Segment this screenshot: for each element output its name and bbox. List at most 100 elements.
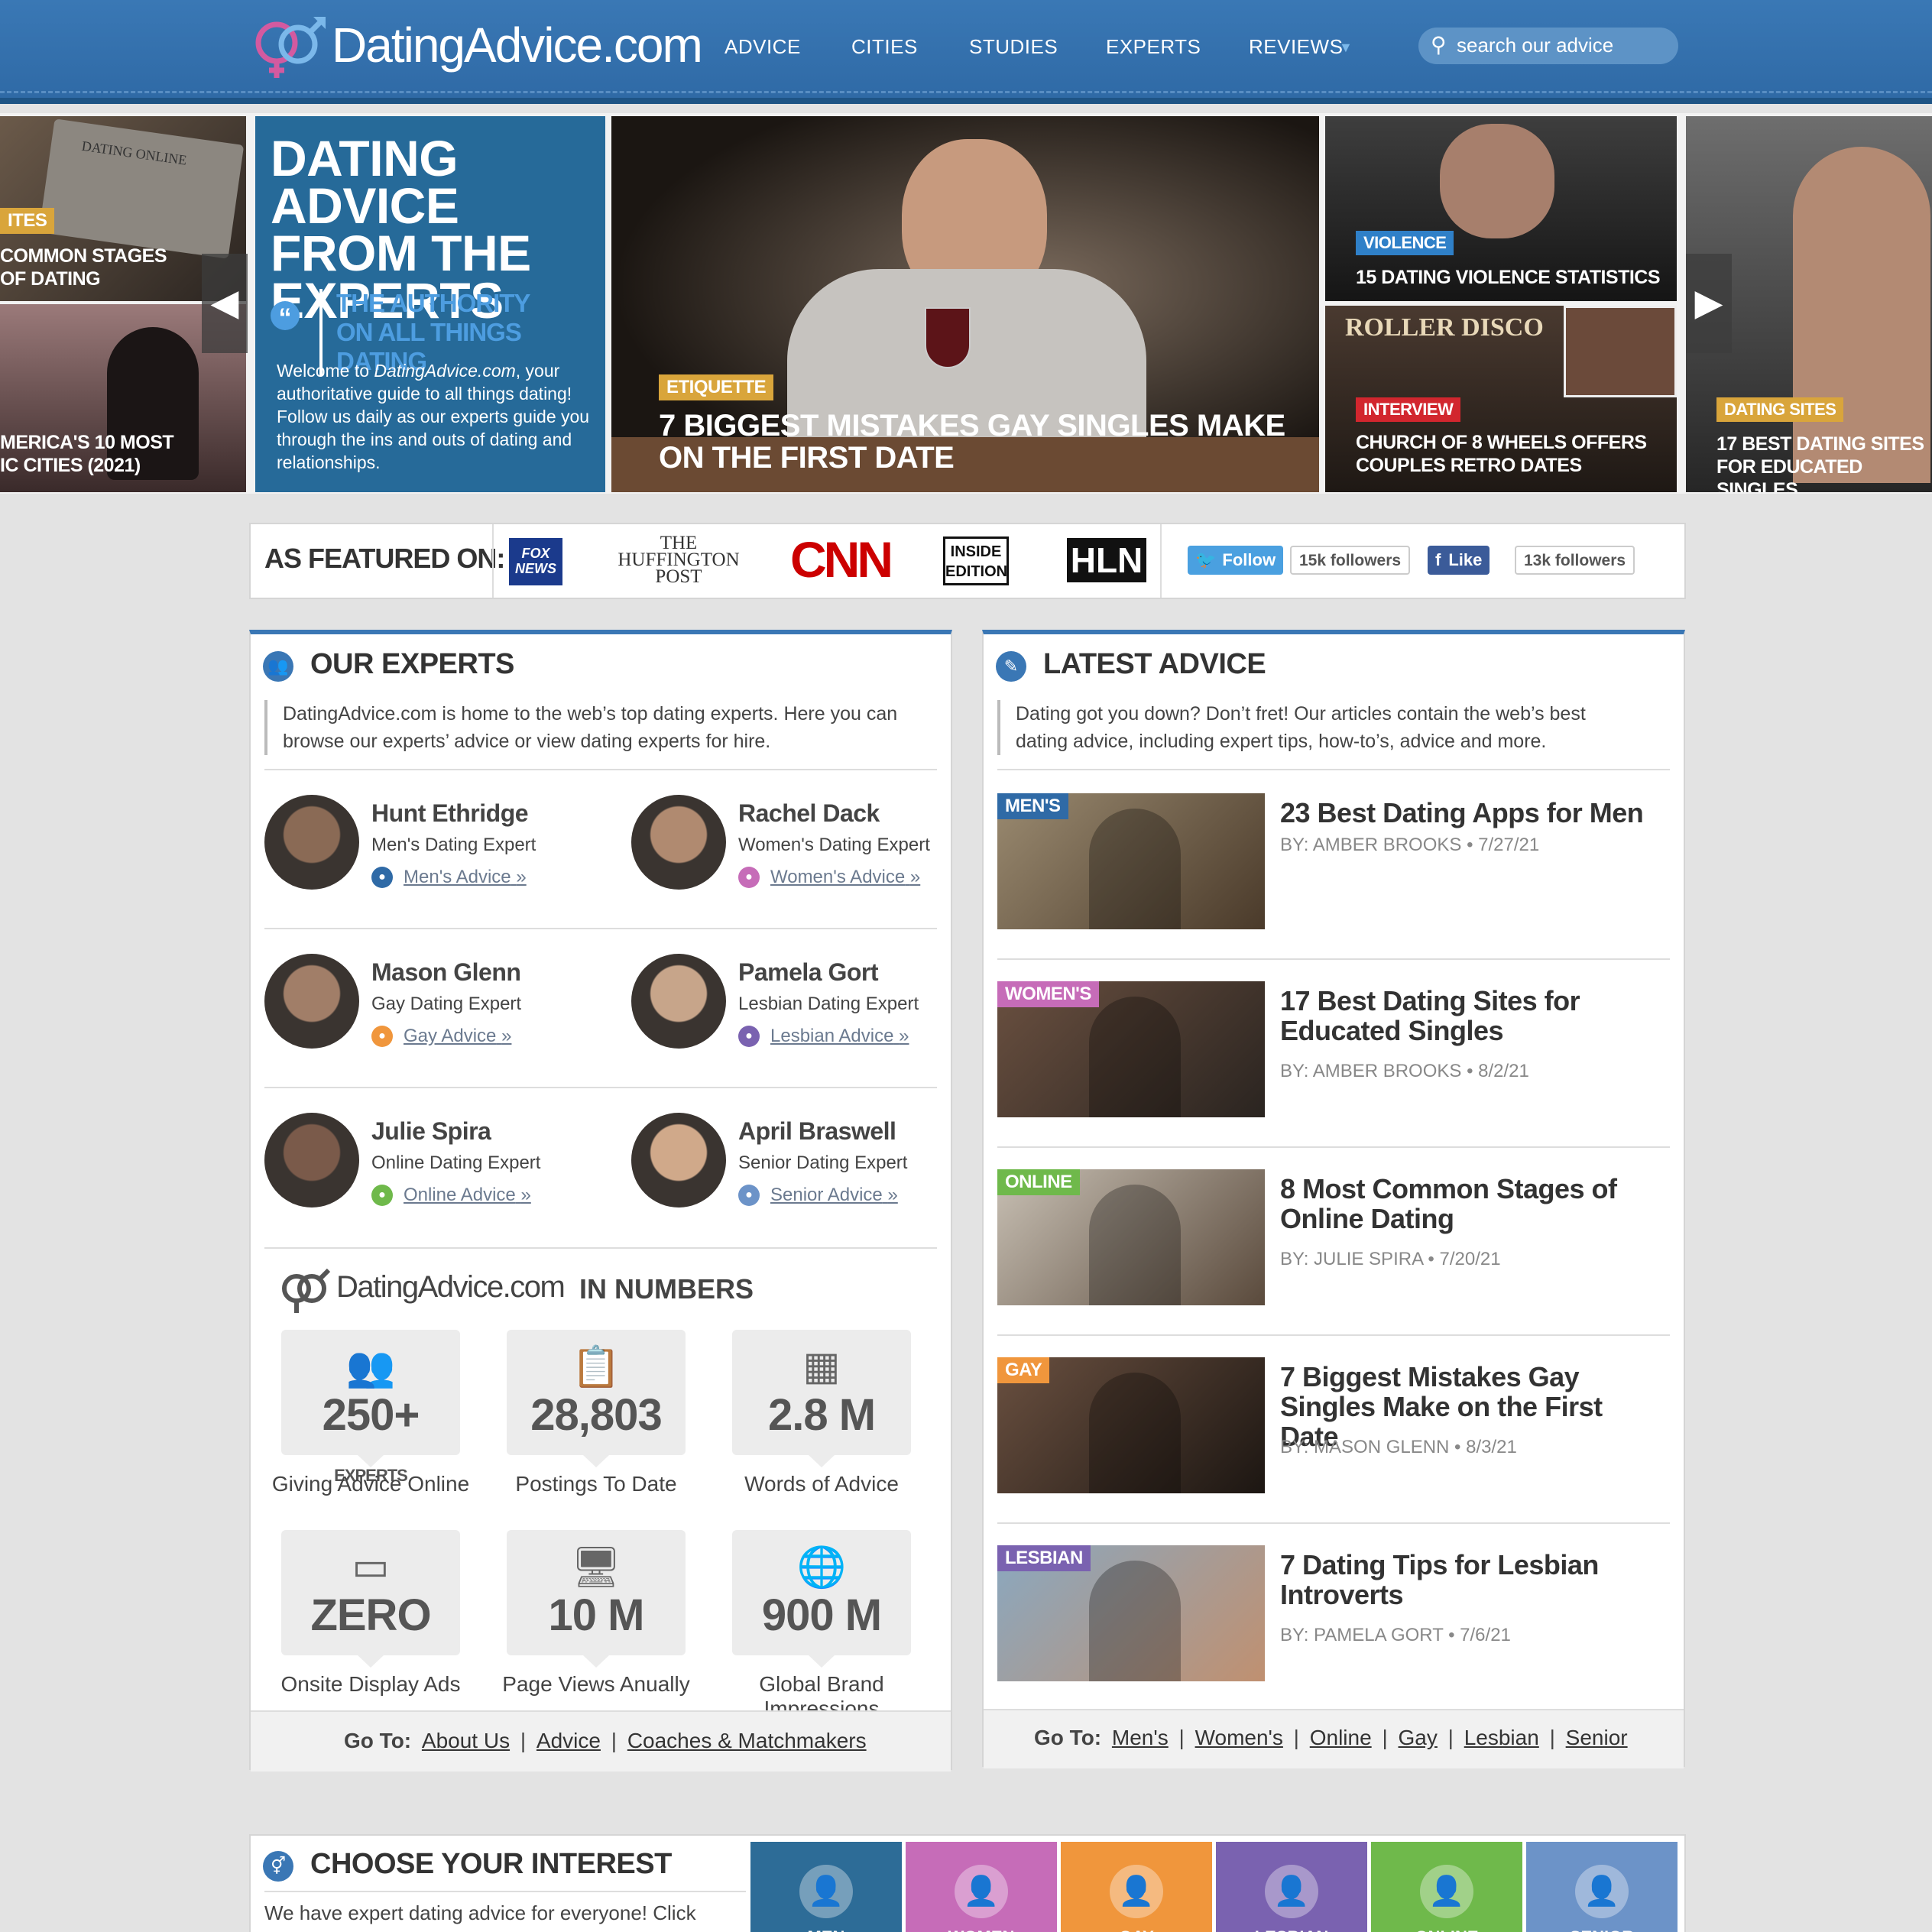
globe-icon: 🌐: [796, 1545, 847, 1590]
article-thumbnail[interactable]: ONLINE: [997, 1169, 1265, 1305]
article-byline: BY: JULIE SPIRA • 7/20/21: [1280, 1249, 1501, 1269]
huffington-post-text: THE HUFFINGTON POST: [618, 533, 740, 587]
stat-card: ▭ ZERO: [281, 1530, 460, 1668]
expert-card[interactable]: Rachel Dack Women's Dating Expert ● Wome…: [631, 795, 983, 902]
expert-name[interactable]: April Braswell: [738, 1117, 896, 1146]
article-category-tag: WOMEN'S: [997, 981, 1099, 1007]
goto-mens-link[interactable]: Men's: [1112, 1726, 1169, 1749]
expert-name[interactable]: Mason Glenn: [371, 958, 521, 987]
expert-name[interactable]: Rachel Dack: [738, 799, 880, 828]
goto-about-us-link[interactable]: About Us: [422, 1729, 510, 1752]
nav-experts[interactable]: EXPERTS: [1106, 35, 1201, 59]
category-tile-women[interactable]: 👤 WOMEN: [906, 1842, 1057, 1932]
numbers-title: IN NUMBERS: [579, 1273, 754, 1305]
expert-card[interactable]: Mason Glenn Gay Dating Expert ● Gay Advi…: [264, 954, 616, 1061]
expert-avatar[interactable]: [631, 954, 726, 1049]
expert-advice-link[interactable]: Senior Advice »: [770, 1185, 898, 1206]
hln-logo[interactable]: HLN: [1067, 538, 1146, 582]
article-thumbnail[interactable]: MEN'S: [997, 793, 1265, 929]
expert-card[interactable]: Hunt Ethridge Men's Dating Expert ● Men'…: [264, 795, 616, 902]
nav-studies[interactable]: STUDIES: [969, 35, 1058, 59]
category-tile-men[interactable]: 👤 MEN: [750, 1842, 902, 1932]
nav-reviews[interactable]: REVIEWS: [1249, 35, 1343, 59]
article-item[interactable]: LESBIAN 7 Dating Tips for Lesbian Introv…: [997, 1545, 1670, 1690]
stat-card: 👥 250+ EXPERTS: [281, 1330, 460, 1485]
article-item[interactable]: MEN'S 23 Best Dating Apps for Men BY: AM…: [997, 793, 1670, 938]
article-title[interactable]: 23 Best Dating Apps for Men: [1280, 798, 1662, 828]
expert-advice-link[interactable]: Lesbian Advice »: [770, 1026, 909, 1047]
goto-senior-link[interactable]: Senior: [1566, 1726, 1628, 1749]
person-icon: 👤: [955, 1865, 1008, 1918]
fox-news-logo[interactable]: FOX NEWS: [509, 538, 562, 585]
category-tile-online[interactable]: 👤 ONLINE: [1371, 1842, 1522, 1932]
users-icon: 👥: [345, 1345, 396, 1389]
goto-lesbian-link[interactable]: Lesbian: [1464, 1726, 1539, 1749]
expert-avatar[interactable]: [264, 795, 359, 890]
article-title[interactable]: 7 Dating Tips for Lesbian Introverts: [1280, 1550, 1662, 1609]
search-placeholder: search our advice: [1457, 34, 1614, 57]
expert-name[interactable]: Pamela Gort: [738, 958, 879, 987]
goto-online-link[interactable]: Online: [1310, 1726, 1372, 1749]
article-category-tag: LESBIAN: [997, 1545, 1091, 1571]
numbers-logo: DatingAdvice.com: [336, 1270, 566, 1304]
category-label: LESBIAN: [1216, 1927, 1367, 1932]
article-title[interactable]: 17 Best Dating Sites for Educated Single…: [1280, 986, 1662, 1045]
expert-card[interactable]: Julie Spira Online Dating Expert ● Onlin…: [264, 1113, 616, 1220]
experts-title: OUR EXPERTS: [310, 648, 514, 680]
nav-cities[interactable]: CITIES: [851, 35, 918, 59]
twitter-follow-button[interactable]: 🐦 Follow: [1188, 546, 1284, 575]
expert-avatar[interactable]: [631, 1113, 726, 1208]
hero-tile-interview[interactable]: ROLLER DISCO INTERVIEW CHURCH OF 8 WHEEL…: [1325, 306, 1677, 492]
calculator-icon: ▦: [802, 1344, 841, 1389]
facebook-icon: f: [1435, 550, 1441, 569]
hero-promo: DATING ADVICE FROM THE EXPERTS “ THE AUT…: [255, 116, 605, 492]
article-item[interactable]: ONLINE 8 Most Common Stages of Online Da…: [997, 1169, 1670, 1314]
hero-interview-caption: CHURCH OF 8 WHEELS OFFERS COUPLES RETRO …: [1356, 432, 1647, 476]
cnn-logo[interactable]: CNN: [790, 532, 893, 587]
logo-icon[interactable]: [249, 12, 329, 81]
expert-advice-link[interactable]: Online Advice »: [404, 1185, 531, 1206]
article-item[interactable]: WOMEN'S 17 Best Dating Sites for Educate…: [997, 981, 1670, 1126]
expert-avatar[interactable]: [631, 795, 726, 890]
goto-label: Go To:: [1034, 1726, 1102, 1749]
goto-coaches-link[interactable]: Coaches & Matchmakers: [627, 1729, 867, 1752]
laptop-text: DATING ONLINE: [80, 138, 188, 168]
category-tile-gay[interactable]: 👤 GAY: [1061, 1842, 1212, 1932]
hero-tile-violence[interactable]: VIOLENCE 15 DATING VIOLENCE STATISTICS: [1325, 116, 1677, 301]
article-thumbnail[interactable]: LESBIAN: [997, 1545, 1265, 1681]
article-item[interactable]: GAY 7 Biggest Mistakes Gay Singles Make …: [997, 1357, 1670, 1502]
expert-avatar[interactable]: [264, 1113, 359, 1208]
search-input[interactable]: ⚲ search our advice: [1418, 28, 1678, 64]
category-tile-senior[interactable]: 👤 SENIOR: [1526, 1842, 1678, 1932]
expert-card[interactable]: April Braswell Senior Dating Expert ● Se…: [631, 1113, 983, 1220]
stat-label: Giving Advice Online: [271, 1472, 470, 1496]
expert-card[interactable]: Pamela Gort Lesbian Dating Expert ● Lesb…: [631, 954, 983, 1061]
latest-goto: Go To: Men's | Women's | Online | Gay | …: [1034, 1726, 1628, 1749]
facebook-like-button[interactable]: f Like: [1428, 546, 1490, 575]
goto-gay-link[interactable]: Gay: [1399, 1726, 1438, 1749]
expert-advice-link[interactable]: Gay Advice »: [404, 1026, 511, 1047]
article-title[interactable]: 8 Most Common Stages of Online Dating: [1280, 1174, 1662, 1233]
carousel-prev-button[interactable]: ◀: [202, 254, 248, 353]
carousel-next-button[interactable]: ▶: [1686, 254, 1732, 353]
huffington-post-logo[interactable]: THE HUFFINGTON POST: [610, 533, 747, 587]
twitter-follow-label: Follow: [1222, 550, 1276, 569]
site-logo[interactable]: DatingAdvice.com: [332, 17, 703, 73]
hero-violence-tag: VIOLENCE: [1356, 231, 1454, 255]
category-tile-lesbian[interactable]: 👤 LESBIAN: [1216, 1842, 1367, 1932]
chevron-down-icon[interactable]: ▼: [1339, 40, 1353, 56]
nav-advice[interactable]: ADVICE: [724, 35, 801, 59]
goto-womens-link[interactable]: Women's: [1195, 1726, 1283, 1749]
hero-main-article[interactable]: ETIQUETTE 7 BIGGEST MISTAKES GAY SINGLES…: [611, 116, 1319, 492]
person-icon: ●: [738, 1026, 760, 1047]
expert-advice-link[interactable]: Men's Advice »: [404, 867, 527, 888]
expert-avatar[interactable]: [264, 954, 359, 1049]
expert-name[interactable]: Hunt Ethridge: [371, 799, 529, 828]
goto-advice-link[interactable]: Advice: [536, 1729, 601, 1752]
inside-edition-logo[interactable]: INSIDE EDITION: [943, 536, 1009, 585]
article-thumbnail[interactable]: GAY: [997, 1357, 1265, 1493]
hero-main-caption: 7 BIGGEST MISTAKES GAY SINGLES MAKE ON T…: [659, 409, 1285, 475]
expert-advice-link[interactable]: Women's Advice »: [770, 867, 920, 888]
expert-name[interactable]: Julie Spira: [371, 1117, 491, 1146]
article-thumbnail[interactable]: WOMEN'S: [997, 981, 1265, 1117]
